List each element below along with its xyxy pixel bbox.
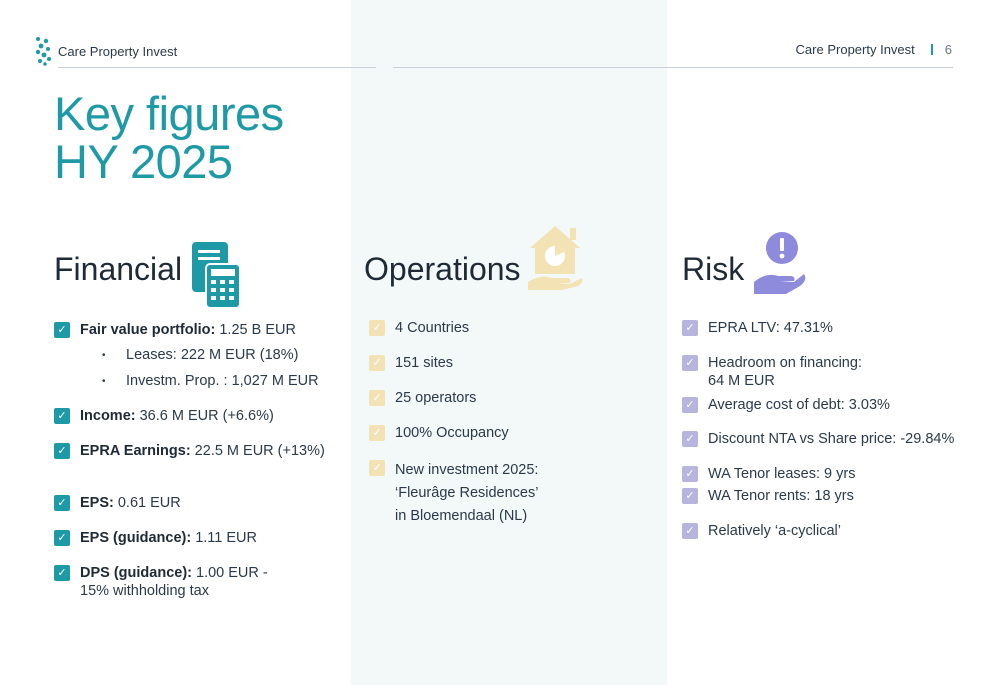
item-text: 4 Countries [395, 320, 470, 336]
header-separator [930, 44, 933, 55]
calculator-document-icon [192, 242, 241, 309]
check-icon: ✓ [369, 355, 385, 371]
operations-background-band [351, 0, 667, 685]
item-value: 0.61 EUR [113, 495, 181, 511]
item-value: 22.5 M EUR (+13%) [190, 443, 325, 459]
check-icon: ✓ [682, 355, 698, 371]
page-title: Key figures HY 2025 [54, 90, 284, 186]
financial-item-income: ✓ Income: 36.6 M EUR (+6.6%) [54, 407, 274, 425]
check-icon: ✓ [682, 431, 698, 447]
item-value: 36.6 M EUR (+6.6%) [135, 408, 274, 424]
page-number: 6 [944, 42, 952, 57]
risk-item-tenor-leases: ✓ WA Tenor leases: 9 yrs [682, 465, 855, 483]
check-icon: ✓ [54, 565, 70, 581]
operations-item-new-investment: ✓ New investment 2025: ‘Fleurâge Residen… [369, 459, 538, 528]
item-value: 1.11 EUR [191, 530, 258, 546]
page-title-line1: Key figures [54, 87, 284, 140]
risk-item-discount-nta: ✓ Discount NTA vs Share price: -29.84% [682, 430, 954, 448]
financial-item-eps-guidance: ✓ EPS (guidance): 1.11 EUR [54, 529, 257, 547]
header-rule-right [393, 67, 953, 68]
item-value: 1.25 B EUR [215, 322, 296, 338]
header-brand: Care Property Invest [34, 36, 177, 66]
item-text: Discount NTA vs Share price: -29.84% [708, 431, 955, 447]
check-icon: ✓ [54, 443, 70, 459]
care-property-invest-logo [35, 37, 51, 66]
check-icon: ✓ [369, 390, 385, 406]
check-icon: ✓ [682, 397, 698, 413]
risk-heading: Risk [682, 251, 745, 287]
check-icon: ✓ [682, 523, 698, 539]
check-icon: ✓ [369, 425, 385, 441]
financial-heading: Financial [54, 251, 183, 287]
item-label: Fair value portfolio: [80, 322, 216, 338]
check-icon: ✓ [54, 495, 70, 511]
item-text: 151 sites [395, 355, 454, 371]
operations-item-occupancy: ✓ 100% Occupancy [369, 424, 509, 442]
check-icon: ✓ [54, 322, 70, 338]
financial-item-eps: ✓ EPS: 0.61 EUR [54, 494, 181, 512]
risk-item-cost-of-debt: ✓ Average cost of debt: 3.03% [682, 396, 890, 414]
item-text: 100% Occupancy [395, 425, 509, 441]
item-text: WA Tenor rents: 18 yrs [708, 488, 854, 504]
item-text: Relatively ‘a-cyclical’ [708, 523, 841, 539]
item-text: Headroom on financing: [708, 355, 862, 371]
financial-item-epra-earnings: ✓ EPRA Earnings: 22.5 M EUR (+13%) [54, 442, 325, 460]
item-text-line2: 64 M EUR [708, 373, 775, 389]
brand-name: Care Property Invest [58, 43, 178, 59]
item-text: New investment 2025: [395, 462, 539, 478]
risk-item-headroom: ✓ Headroom on financing: 64 M EUR [682, 354, 862, 390]
subitem-text: Leases: 222 M EUR (18%) [126, 347, 299, 363]
item-label: Income: [80, 408, 136, 424]
header-right-brand: Care Property Invest [795, 42, 915, 57]
check-icon: ✓ [682, 488, 698, 504]
bullet-icon: • [102, 350, 106, 361]
financial-subitem-leases: • Leases: 222 M EUR (18%) [102, 347, 298, 365]
check-icon: ✓ [369, 320, 385, 336]
page-title-line2: HY 2025 [54, 135, 233, 188]
item-label: EPS: [80, 495, 114, 511]
house-chart-hand-icon [528, 226, 583, 290]
check-icon: ✓ [54, 408, 70, 424]
check-icon: ✓ [682, 466, 698, 482]
bullet-icon: • [102, 376, 106, 387]
header-right: Care Property Invest 6 [796, 42, 952, 57]
check-icon: ✓ [682, 320, 698, 336]
item-text-line3: in Bloemendaal (NL) [395, 508, 528, 524]
item-text: 25 operators [395, 390, 477, 406]
operations-item-operators: ✓ 25 operators [369, 389, 476, 407]
item-label: EPRA Earnings: [80, 443, 191, 459]
operations-item-sites: ✓ 151 sites [369, 354, 453, 372]
alert-hand-icon [754, 232, 806, 294]
operations-heading: Operations [364, 251, 521, 287]
check-icon: ✓ [369, 460, 385, 476]
financial-item-dps-guidance: ✓ DPS (guidance): 1.00 EUR - 15% withhol… [54, 564, 268, 600]
item-text: EPRA LTV: 47.31% [708, 320, 833, 336]
risk-item-epra-ltv: ✓ EPRA LTV: 47.31% [682, 319, 833, 337]
item-label: EPS (guidance): [80, 530, 192, 546]
item-label: DPS (guidance): [80, 565, 192, 581]
financial-item-fair-value: ✓ Fair value portfolio: 1.25 B EUR [54, 321, 296, 339]
item-value: 1.00 EUR - [191, 565, 268, 581]
risk-item-tenor-rents: ✓ WA Tenor rents: 18 yrs [682, 487, 854, 505]
financial-subitem-investm: • Investm. Prop. : 1,027 M EUR [102, 373, 319, 391]
header-rule-left [58, 67, 376, 68]
risk-item-a-cyclical: ✓ Relatively ‘a-cyclical’ [682, 522, 841, 540]
subitem-text: Investm. Prop. : 1,027 M EUR [126, 373, 319, 389]
operations-item-countries: ✓ 4 Countries [369, 319, 469, 337]
item-text-line2: ‘Fleurâge Residences’ [395, 485, 539, 501]
item-value-line2: 15% withholding tax [80, 583, 209, 599]
item-text: Average cost of debt: 3.03% [708, 397, 890, 413]
item-text: WA Tenor leases: 9 yrs [708, 466, 856, 482]
check-icon: ✓ [54, 530, 70, 546]
